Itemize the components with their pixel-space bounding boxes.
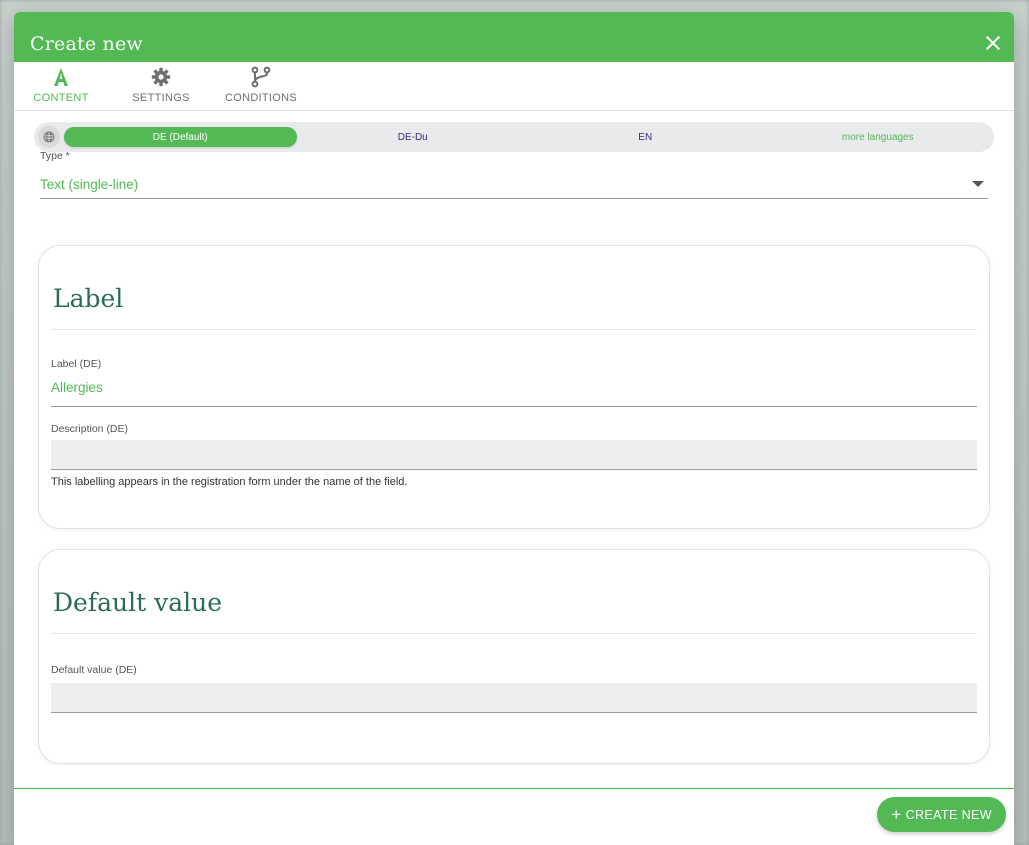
tab-label: SETTINGS bbox=[132, 92, 190, 104]
create-dialog: Create new CONTENT SETTINGS CONDITIONS D… bbox=[14, 12, 1014, 845]
type-field: Type * Text (single-line) bbox=[40, 150, 988, 199]
text-format-icon bbox=[52, 66, 70, 88]
type-select[interactable]: Text (single-line) bbox=[40, 170, 988, 199]
description-field-label: Description (DE) bbox=[51, 423, 129, 435]
label-field: Label (DE) Allergies bbox=[51, 358, 977, 407]
language-option-en[interactable]: EN bbox=[529, 127, 762, 147]
tab-label: CONDITIONS bbox=[224, 92, 298, 104]
default-value-field: Default value (DE) bbox=[51, 664, 977, 713]
label-field-label: Label (DE) bbox=[51, 358, 102, 370]
dialog-header: Create new bbox=[14, 12, 1014, 62]
footer-divider bbox=[14, 788, 1014, 789]
default-value-card-title: Default value bbox=[51, 550, 977, 634]
description-field: Description (DE) This labelling appears … bbox=[51, 423, 977, 488]
label-input[interactable]: Allergies bbox=[51, 380, 977, 407]
description-hint: This labelling appears in the registrati… bbox=[51, 476, 408, 488]
tab-content[interactable]: CONTENT bbox=[26, 62, 96, 110]
default-value-field-label: Default value (DE) bbox=[51, 664, 137, 676]
label-card: Label Label (DE) Allergies Description (… bbox=[38, 245, 990, 529]
description-input[interactable] bbox=[51, 440, 977, 470]
language-option-de-default[interactable]: DE (Default) bbox=[64, 127, 297, 147]
default-value-card: Default value Default value (DE) bbox=[38, 549, 990, 764]
default-value-input[interactable] bbox=[51, 683, 977, 713]
tab-bar: CONTENT SETTINGS CONDITIONS bbox=[14, 62, 1014, 111]
label-card-title: Label bbox=[51, 246, 977, 330]
dialog-title: Create new bbox=[30, 33, 143, 55]
create-new-button[interactable]: + CREATE NEW bbox=[877, 797, 1006, 832]
globe-icon bbox=[38, 126, 60, 148]
more-languages-link[interactable]: more languages bbox=[762, 127, 995, 147]
gear-icon bbox=[151, 66, 171, 88]
branch-icon bbox=[251, 66, 271, 88]
close-icon[interactable] bbox=[984, 34, 1002, 52]
plus-icon: + bbox=[891, 805, 902, 824]
tab-settings[interactable]: SETTINGS bbox=[126, 62, 196, 110]
tab-label: CONTENT bbox=[33, 92, 89, 104]
language-switcher: DE (Default) DE-Du EN more languages bbox=[34, 122, 994, 152]
language-option-de-du[interactable]: DE-Du bbox=[297, 127, 530, 147]
dropdown-caret-icon bbox=[972, 181, 984, 187]
tab-conditions[interactable]: CONDITIONS bbox=[224, 62, 298, 110]
create-new-label: CREATE NEW bbox=[905, 807, 992, 822]
type-value: Text (single-line) bbox=[40, 176, 139, 192]
type-label: Type * bbox=[40, 150, 70, 162]
